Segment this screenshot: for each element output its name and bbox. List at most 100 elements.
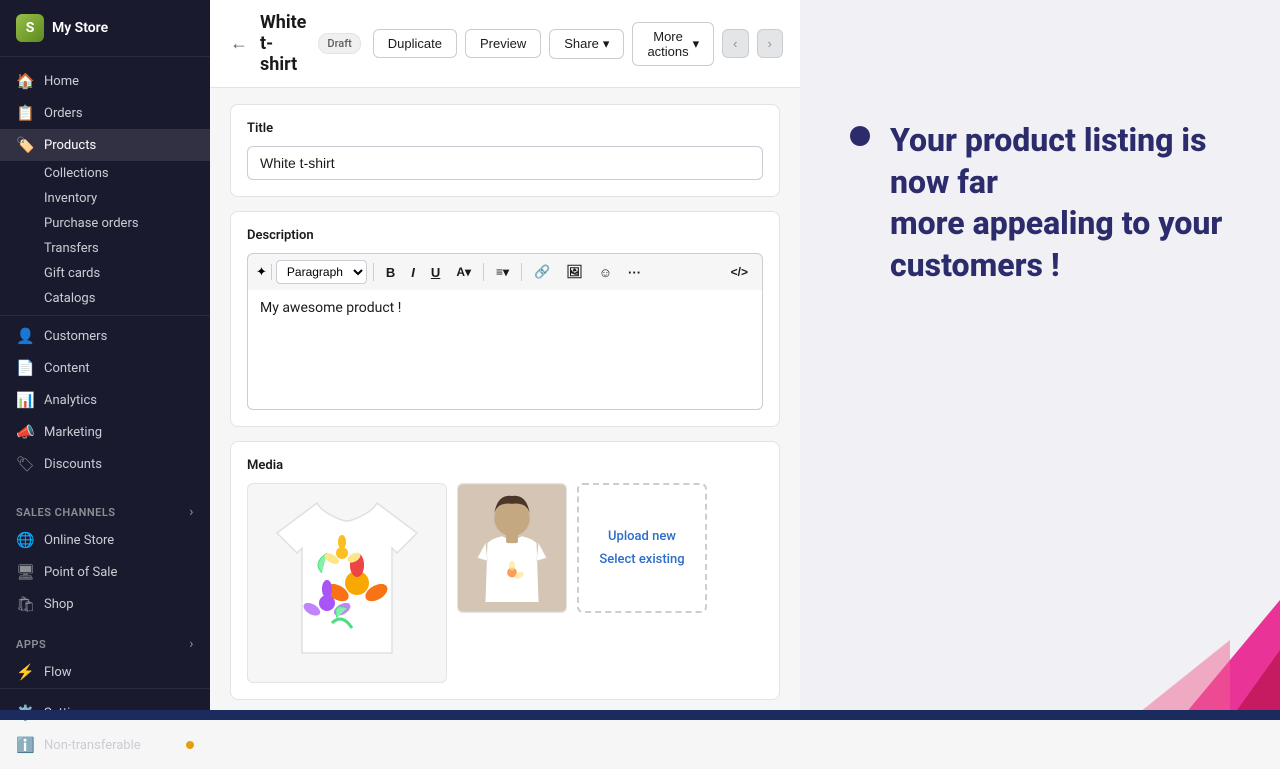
upload-new-link[interactable]: Upload new	[608, 529, 676, 544]
customers-icon: 👤	[16, 327, 34, 345]
discounts-icon: 🏷	[16, 455, 34, 473]
more-actions-button[interactable]: More actions ▾	[632, 22, 714, 66]
back-button[interactable]: ←	[230, 33, 248, 54]
toolbar-divider	[373, 263, 374, 281]
italic-button[interactable]: I	[405, 262, 421, 283]
catalogs-label: Catalogs	[44, 291, 95, 306]
link-button[interactable]: 🔗	[528, 261, 556, 283]
purchase-orders-label: Purchase orders	[44, 216, 139, 231]
notification-dot	[186, 741, 194, 749]
sidebar-item-orders[interactable]: 📋 Orders	[0, 97, 210, 129]
sidebar-item-label: Analytics	[44, 393, 97, 408]
sidebar-item-label: Discounts	[44, 457, 102, 472]
home-icon: 🏠	[16, 72, 34, 90]
bold-button[interactable]: B	[380, 262, 401, 283]
sidebar-item-inventory[interactable]: Inventory	[44, 186, 210, 211]
sidebar-item-label: Customers	[44, 329, 107, 344]
content-icon: 📄	[16, 359, 34, 377]
apps-label: Apps ›	[0, 628, 210, 656]
admin-panel: ← White t-shirt Draft Duplicate Preview …	[210, 0, 800, 720]
preview-button[interactable]: Preview	[465, 29, 541, 58]
feature-bullet: Your product listing is now far more app…	[850, 120, 1230, 286]
sidebar-item-label: Shop	[44, 597, 74, 612]
online-store-icon: 🌐	[16, 531, 34, 549]
underline-button[interactable]: U	[425, 262, 446, 283]
right-panel: Your product listing is now far more app…	[800, 0, 1280, 720]
collections-label: Collections	[44, 166, 109, 181]
description-card: Description ✦ Paragraph Heading 1 Headin…	[230, 211, 780, 427]
feature-heading: Your product listing is now far more app…	[890, 120, 1230, 286]
sidebar-item-label: Flow	[44, 665, 72, 680]
text-color-button[interactable]: A▾	[450, 262, 477, 282]
nav-next-button[interactable]: ›	[757, 29, 783, 58]
paragraph-select[interactable]: Paragraph Heading 1 Heading 2	[276, 260, 367, 284]
code-view-button[interactable]: </>	[725, 262, 754, 282]
sidebar-item-label: Point of Sale	[44, 565, 117, 580]
upload-media-box[interactable]: Upload new Select existing	[577, 483, 707, 613]
media-grid: Upload new Select existing	[247, 483, 763, 683]
sidebar-item-label: Marketing	[44, 425, 102, 440]
sidebar-item-flow[interactable]: ⚡ Flow	[0, 656, 210, 688]
orders-icon: 📋	[16, 104, 34, 122]
select-existing-link[interactable]: Select existing	[599, 552, 684, 567]
panel-header: ← White t-shirt Draft Duplicate Preview …	[210, 0, 800, 88]
title-card: Title	[230, 104, 780, 197]
toolbar-divider	[483, 263, 484, 281]
toolbar-divider	[521, 263, 522, 281]
description-toolbar: ✦ Paragraph Heading 1 Heading 2 B I U A▾…	[247, 253, 763, 290]
sidebar-item-shop[interactable]: 🛍 Shop	[0, 588, 210, 620]
nav-prev-button[interactable]: ‹	[722, 29, 748, 58]
shop-icon: 🛍	[16, 595, 34, 613]
chevron-down-icon: ▾	[603, 36, 610, 52]
sidebar-item-marketing[interactable]: 📣 Marketing	[0, 416, 210, 448]
media-thumb-model[interactable]	[457, 483, 567, 613]
description-editor[interactable]: My awesome product !	[247, 290, 763, 410]
duplicate-button[interactable]: Duplicate	[373, 29, 457, 58]
info-icon: ℹ️	[16, 736, 34, 754]
image-button[interactable]: 🖼	[560, 261, 589, 283]
sidebar-item-label: Non-transferable	[44, 738, 141, 753]
sidebar-item-purchase-orders[interactable]: Purchase orders	[44, 211, 210, 236]
title-input[interactable]	[247, 146, 763, 180]
sidebar-item-discounts[interactable]: 🏷 Discounts	[0, 448, 210, 480]
bullet-dot	[850, 126, 870, 146]
sidebar-item-content[interactable]: 📄 Content	[0, 352, 210, 384]
sidebar: S My Store 🏠 Home 📋 Orders 🏷️ Products C…	[0, 0, 210, 720]
products-icon: 🏷️	[16, 136, 34, 154]
description-label: Description	[247, 228, 763, 243]
sidebar-item-transfers[interactable]: Transfers	[44, 236, 210, 261]
sidebar-item-label: Orders	[44, 106, 83, 121]
main-area: ← White t-shirt Draft Duplicate Preview …	[210, 0, 1280, 720]
sidebar-item-non-transferable[interactable]: ℹ️ Non-transferable	[0, 729, 210, 761]
marketing-icon: 📣	[16, 423, 34, 441]
media-thumb-tshirt[interactable]	[247, 483, 447, 683]
pos-icon: 🖥	[16, 563, 34, 581]
product-name-heading: White t-shirt	[260, 12, 306, 75]
emoji-button[interactable]: ☺	[593, 262, 618, 283]
gift-cards-label: Gift cards	[44, 266, 100, 281]
toolbar-divider	[271, 264, 272, 280]
media-title: Media	[247, 458, 763, 473]
sidebar-item-online-store[interactable]: 🌐 Online Store	[0, 524, 210, 556]
sidebar-item-catalogs[interactable]: Catalogs	[44, 286, 210, 311]
header-actions: Duplicate Preview Share ▾ More actions ▾…	[373, 22, 783, 66]
feature-text: Your product listing is now far more app…	[850, 120, 1230, 286]
align-button[interactable]: ≡▾	[490, 262, 515, 282]
sidebar-item-gift-cards[interactable]: Gift cards	[44, 261, 210, 286]
panel-body: Title Description ✦ Paragraph Heading 1 …	[210, 88, 800, 720]
sidebar-item-home[interactable]: 🏠 Home	[0, 65, 210, 97]
sidebar-item-pos[interactable]: 🖥 Point of Sale	[0, 556, 210, 588]
sidebar-item-customers[interactable]: 👤 Customers	[0, 320, 210, 352]
analytics-icon: 📊	[16, 391, 34, 409]
sidebar-item-analytics[interactable]: 📊 Analytics	[0, 384, 210, 416]
sales-channels-label: Sales channels ›	[0, 496, 210, 524]
logo-icon: S	[16, 14, 44, 42]
sidebar-item-collections[interactable]: Collections	[44, 161, 210, 186]
sidebar-item-products[interactable]: 🏷️ Products	[0, 129, 210, 161]
store-name: My Store	[52, 20, 108, 36]
share-button[interactable]: Share ▾	[549, 29, 624, 59]
flow-icon: ⚡	[16, 663, 34, 681]
bottom-bar	[0, 710, 1280, 720]
sidebar-item-label: Content	[44, 361, 90, 376]
more-toolbar-button[interactable]: ···	[622, 262, 647, 283]
